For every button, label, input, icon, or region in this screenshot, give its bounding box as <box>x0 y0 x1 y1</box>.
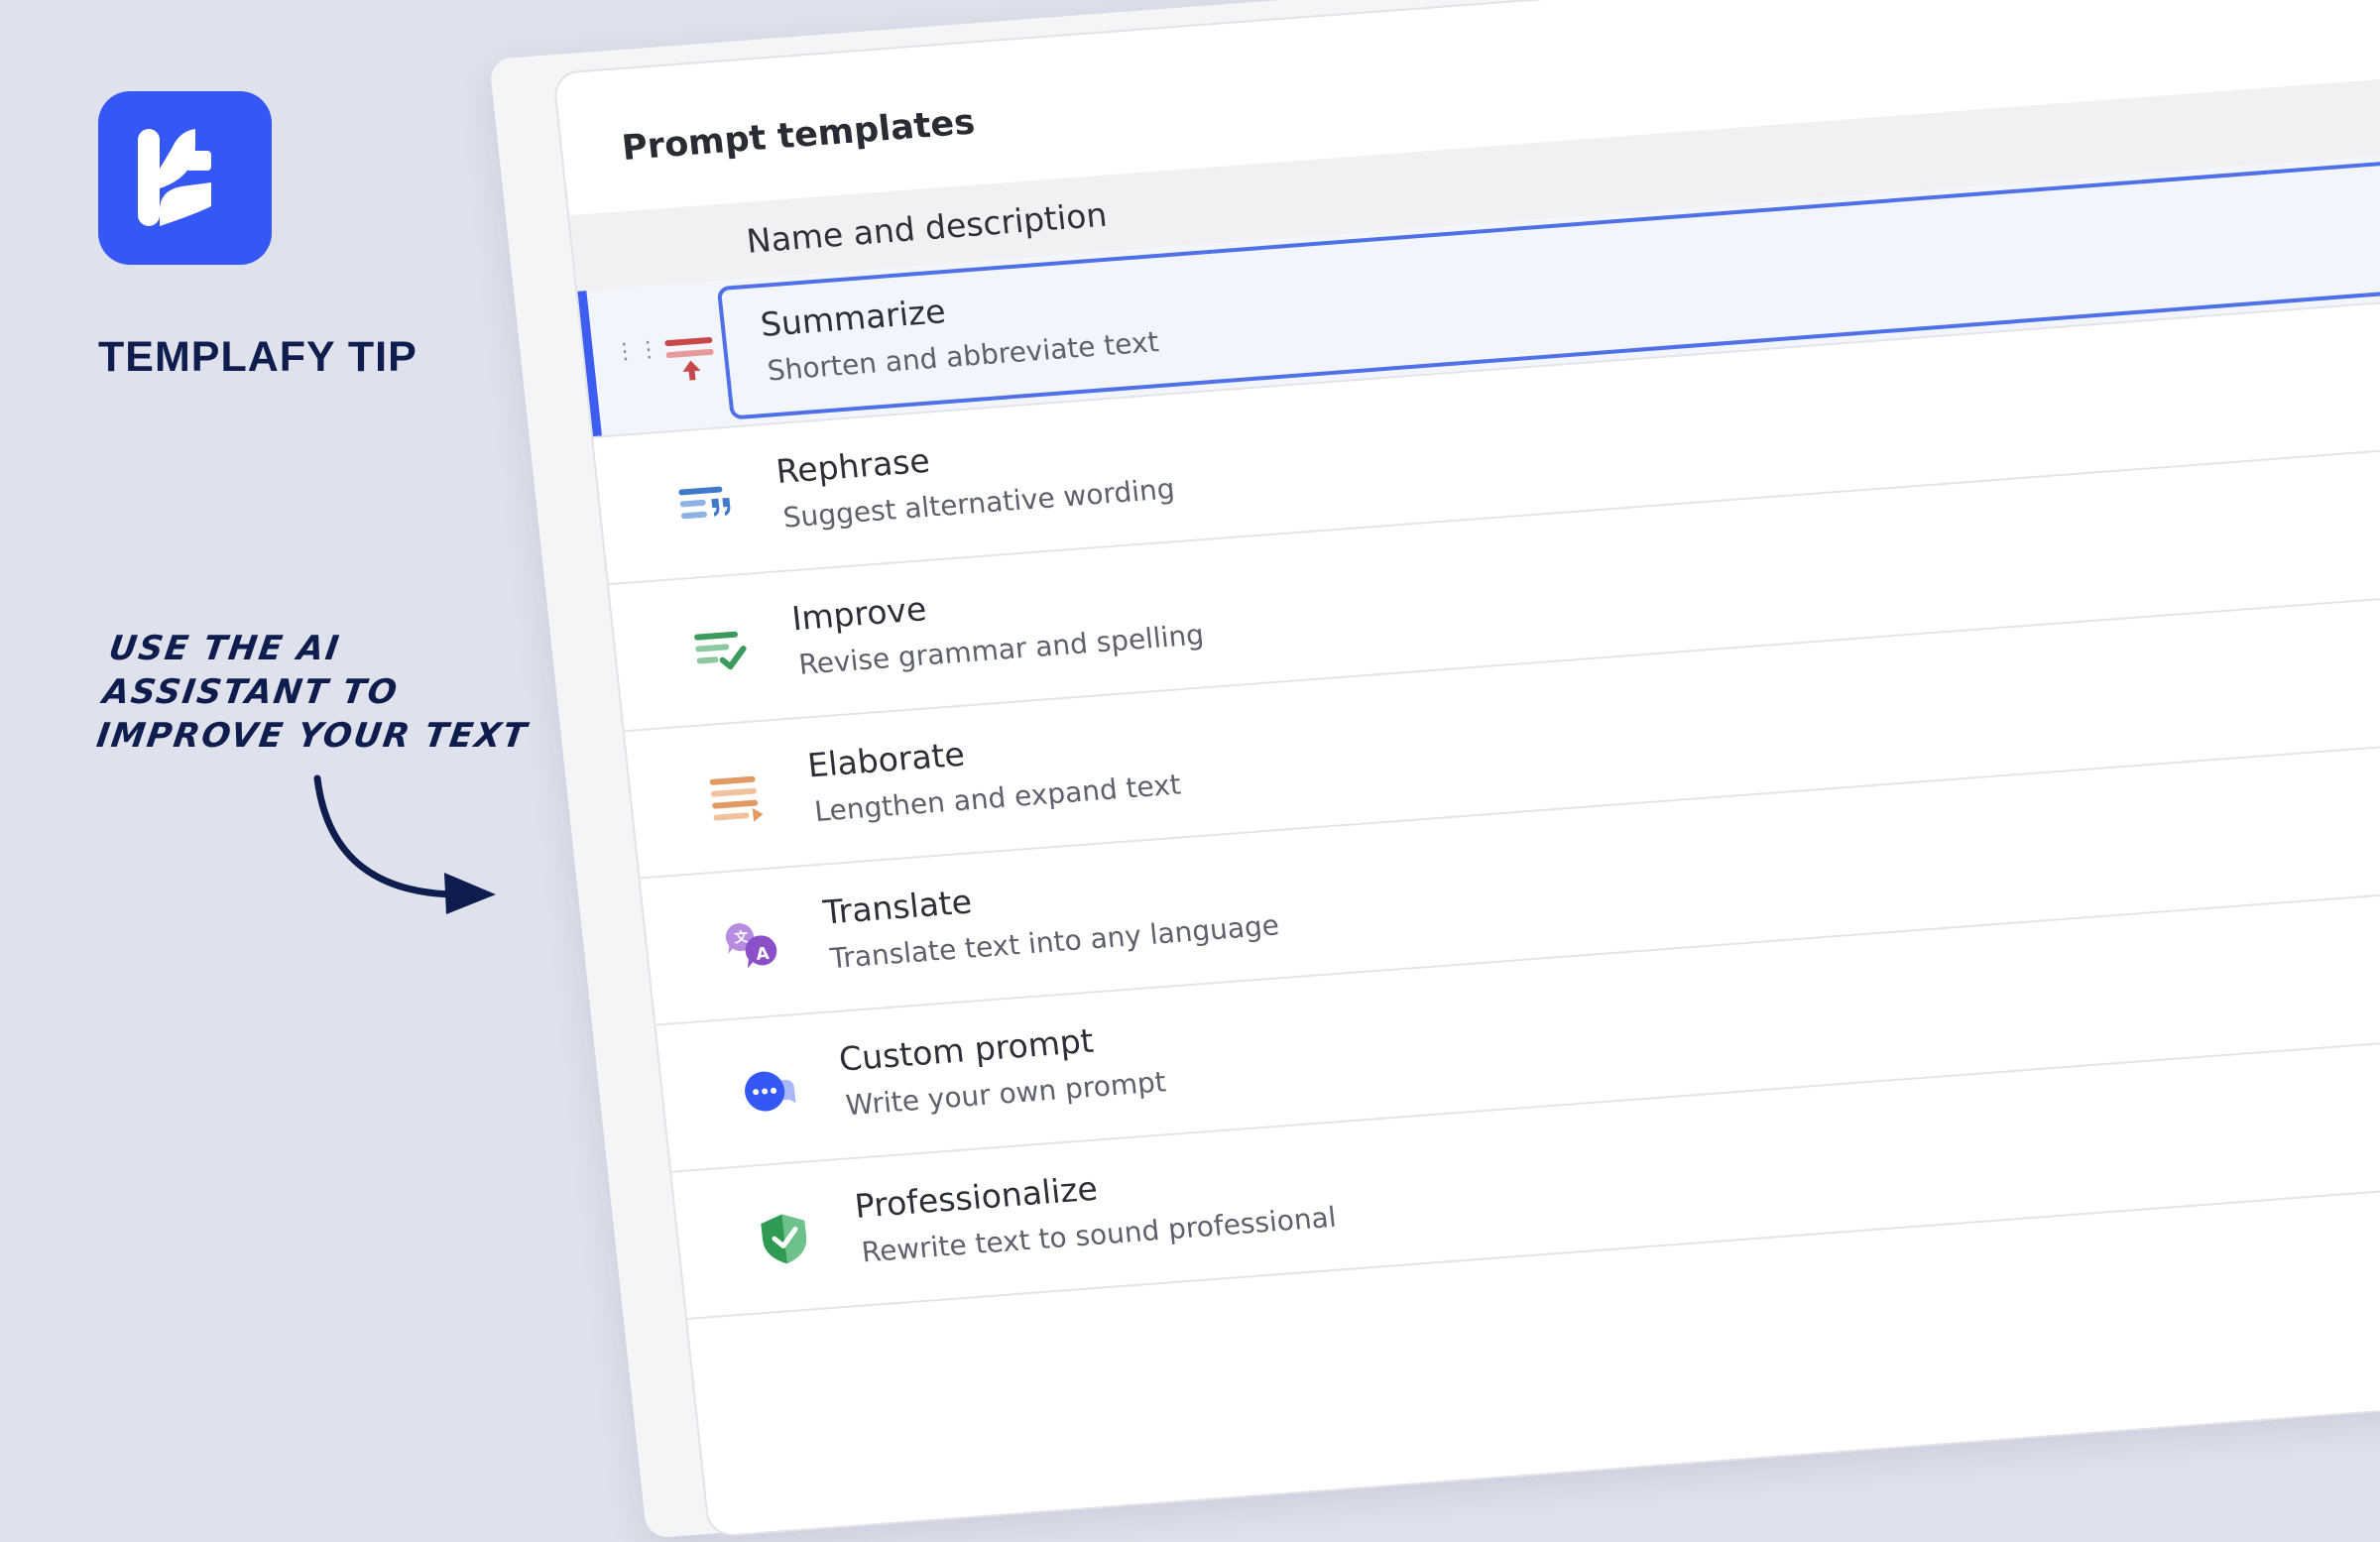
template-name: Rephrase <box>774 440 932 492</box>
tip-note: USE THE AI ASSISTANT TO IMPROVE YOUR TEX… <box>94 629 532 756</box>
templafy-logo-mark-icon <box>138 129 211 226</box>
summarize-icon <box>664 336 714 381</box>
tip-title: TEMPLAFY TIP <box>98 333 417 381</box>
rephrase-icon <box>678 486 731 520</box>
improve-icon <box>694 631 747 670</box>
template-name: Improve <box>789 589 929 639</box>
template-name: Elaborate <box>805 734 967 785</box>
template-name: Professionalize <box>852 1168 1100 1226</box>
chat-bubble-icon <box>745 1071 796 1112</box>
template-list: ⋮⋮ Summarize Shorten and abbreviate text <box>577 132 2380 1320</box>
prompt-templates-panel: Prompt templates Name and description ⋮⋮… <box>551 0 2380 1538</box>
curved-arrow-icon <box>313 774 496 914</box>
drag-handle-icon[interactable]: ⋮⋮ <box>613 337 663 376</box>
column-header-label: Name and description <box>744 194 1110 261</box>
templafy-logo <box>98 91 272 265</box>
elaborate-icon <box>709 775 764 822</box>
translate-icon: 文 A <box>725 923 777 969</box>
app-window: Prompt templates Name and description ⋮⋮… <box>489 0 2380 1539</box>
template-name: Translate <box>821 882 974 932</box>
panel-title: Prompt templates <box>620 102 977 170</box>
shield-icon <box>761 1214 807 1264</box>
template-name: Custom prompt <box>837 1020 1096 1079</box>
